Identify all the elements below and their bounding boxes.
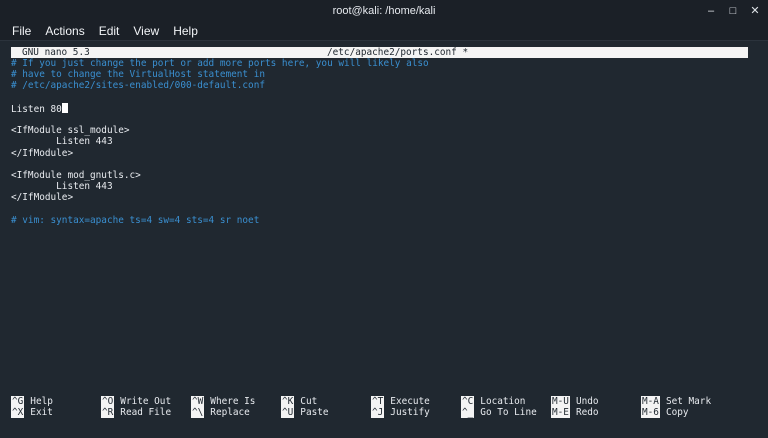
- shortcut-label: Redo: [575, 407, 599, 419]
- editor-line: # have to change the VirtualHost stateme…: [11, 69, 756, 80]
- shortcut-label: Where Is: [210, 396, 256, 407]
- shortcut-label: Justify: [390, 407, 430, 419]
- menu-actions[interactable]: Actions: [38, 22, 91, 40]
- editor-line-text: # vim: syntax=apache ts=4 sw=4 sts=4 sr …: [11, 214, 260, 226]
- shortcut-key: ^T: [371, 396, 385, 407]
- editor-line: Listen 80: [11, 102, 756, 115]
- menu-view[interactable]: View: [126, 22, 166, 40]
- shortcut-key: ^X: [11, 407, 25, 419]
- editor-line: </IfModule>: [11, 148, 756, 159]
- editor-line-text: Listen 443: [11, 181, 113, 193]
- shortcut-execute[interactable]: ^T Execute: [371, 396, 430, 407]
- shortcut-where-is[interactable]: ^W Where Is: [191, 396, 255, 407]
- text-cursor: [61, 102, 68, 113]
- editor-line-text: <IfModule mod_gnutls.c>: [11, 169, 141, 181]
- shortcut-key: M-6: [641, 407, 660, 419]
- shortcut-label: Help: [30, 396, 53, 407]
- shortcut-write-out[interactable]: ^O Write Out: [101, 396, 171, 407]
- shortcut-cut[interactable]: ^K Cut: [281, 396, 317, 407]
- shortcut-label: Cut: [300, 396, 318, 407]
- editor-line-text: <IfModule ssl_module>: [11, 125, 130, 137]
- terminal-area[interactable]: GNU nano 5.3 /etc/apache2/ports.conf * #…: [0, 40, 768, 438]
- shortcut-location[interactable]: ^C Location: [461, 396, 525, 407]
- shortcut-label: Location: [480, 396, 526, 407]
- editor-line-text: Listen 443: [11, 136, 113, 148]
- editor-buffer[interactable]: # If you just change the port or add mor…: [11, 58, 756, 226]
- shortcut-key: ^O: [101, 396, 115, 407]
- shortcut-label: Go To Line: [480, 407, 537, 419]
- shortcut-label: Exit: [30, 407, 53, 419]
- shortcut-label: Copy: [665, 407, 689, 419]
- window-controls: ‒ □ ✕: [706, 0, 760, 22]
- shortcut-key: ^\: [191, 407, 205, 419]
- editor-line-text: # If you just change the port or add mor…: [11, 58, 429, 69]
- shortcut-label: Set Mark: [665, 396, 712, 407]
- terminal-window: root@kali: /home/kali ‒ □ ✕ File Actions…: [0, 0, 768, 438]
- editor-line-text: Listen 80: [11, 103, 62, 115]
- shortcut-replace[interactable]: ^\ Replace: [191, 407, 250, 419]
- menu-help[interactable]: Help: [166, 22, 205, 40]
- title-bar: root@kali: /home/kali ‒ □ ✕: [0, 0, 768, 22]
- menu-edit[interactable]: Edit: [92, 22, 127, 40]
- editor-line-text: # have to change the VirtualHost stateme…: [11, 69, 265, 81]
- shortcut-key: ^C: [461, 396, 475, 407]
- editor-line-text: </IfModule>: [11, 192, 74, 204]
- editor-line-text: # /etc/apache2/sites-enabled/000-default…: [11, 80, 265, 92]
- close-icon[interactable]: ✕: [750, 0, 760, 22]
- window-title: root@kali: /home/kali: [332, 5, 436, 17]
- shortcut-key: M-U: [551, 396, 570, 407]
- shortcut-undo[interactable]: M-U Undo: [551, 396, 599, 407]
- shortcut-key: M-E: [551, 407, 570, 419]
- nano-version: GNU nano 5.3: [22, 47, 90, 58]
- shortcut-bar: ^G Help ^X Exit ^O Write Out ^R Read File ^W Wher…: [11, 396, 756, 420]
- editor-line: <IfModule ssl_module>: [11, 125, 756, 136]
- shortcut-justify[interactable]: ^J Justify: [371, 407, 430, 419]
- shortcut-label: Replace: [210, 407, 250, 419]
- shortcut-key: ^U: [281, 407, 295, 419]
- shortcut-label: Execute: [390, 396, 430, 407]
- editor-line: Listen 443: [11, 181, 756, 192]
- editor-line: <IfModule mod_gnutls.c>: [11, 170, 756, 181]
- shortcut-set-mark[interactable]: M-A Set Mark: [641, 396, 711, 407]
- shortcut-key: ^J: [371, 407, 385, 419]
- shortcut-paste[interactable]: ^U Paste: [281, 407, 329, 419]
- maximize-icon[interactable]: □: [728, 0, 738, 22]
- menu-bar: File Actions Edit View Help: [0, 22, 768, 40]
- shortcut-help[interactable]: ^G Help: [11, 396, 53, 407]
- shortcut-key: ^G: [11, 396, 25, 407]
- minimize-icon[interactable]: ‒: [706, 0, 716, 22]
- shortcut-key: M-A: [641, 396, 660, 407]
- shortcut-key: ^K: [281, 396, 295, 407]
- editor-line-text: </IfModule>: [11, 147, 74, 159]
- shortcut-read-file[interactable]: ^R Read File: [101, 407, 172, 419]
- shortcut-key: ^R: [101, 407, 115, 419]
- editor-line: </IfModule>: [11, 192, 756, 203]
- nano-header-bar: GNU nano 5.3 /etc/apache2/ports.conf *: [11, 47, 748, 58]
- shortcut-key: ^W: [191, 396, 205, 407]
- shortcut-exit[interactable]: ^X Exit: [11, 407, 53, 419]
- shortcut-key: ^_: [461, 407, 475, 419]
- shortcut-redo[interactable]: M-E Redo: [551, 407, 599, 419]
- menu-file[interactable]: File: [0, 22, 38, 40]
- editor-line: # If you just change the port or add mor…: [11, 58, 756, 69]
- shortcut-go-to-line[interactable]: ^_ Go To Line: [461, 407, 537, 419]
- editor-line: # /etc/apache2/sites-enabled/000-default…: [11, 80, 756, 91]
- editor-line: # vim: syntax=apache ts=4 sw=4 sts=4 sr …: [11, 215, 756, 226]
- shortcut-label: Read File: [120, 407, 172, 419]
- shortcut-label: Write Out: [120, 396, 172, 407]
- shortcut-label: Paste: [300, 407, 329, 419]
- editor-line: Listen 443: [11, 136, 756, 147]
- shortcut-copy[interactable]: M-6 Copy: [641, 407, 689, 419]
- shortcut-label: Undo: [575, 396, 599, 407]
- nano-filename: /etc/apache2/ports.conf *: [327, 47, 469, 58]
